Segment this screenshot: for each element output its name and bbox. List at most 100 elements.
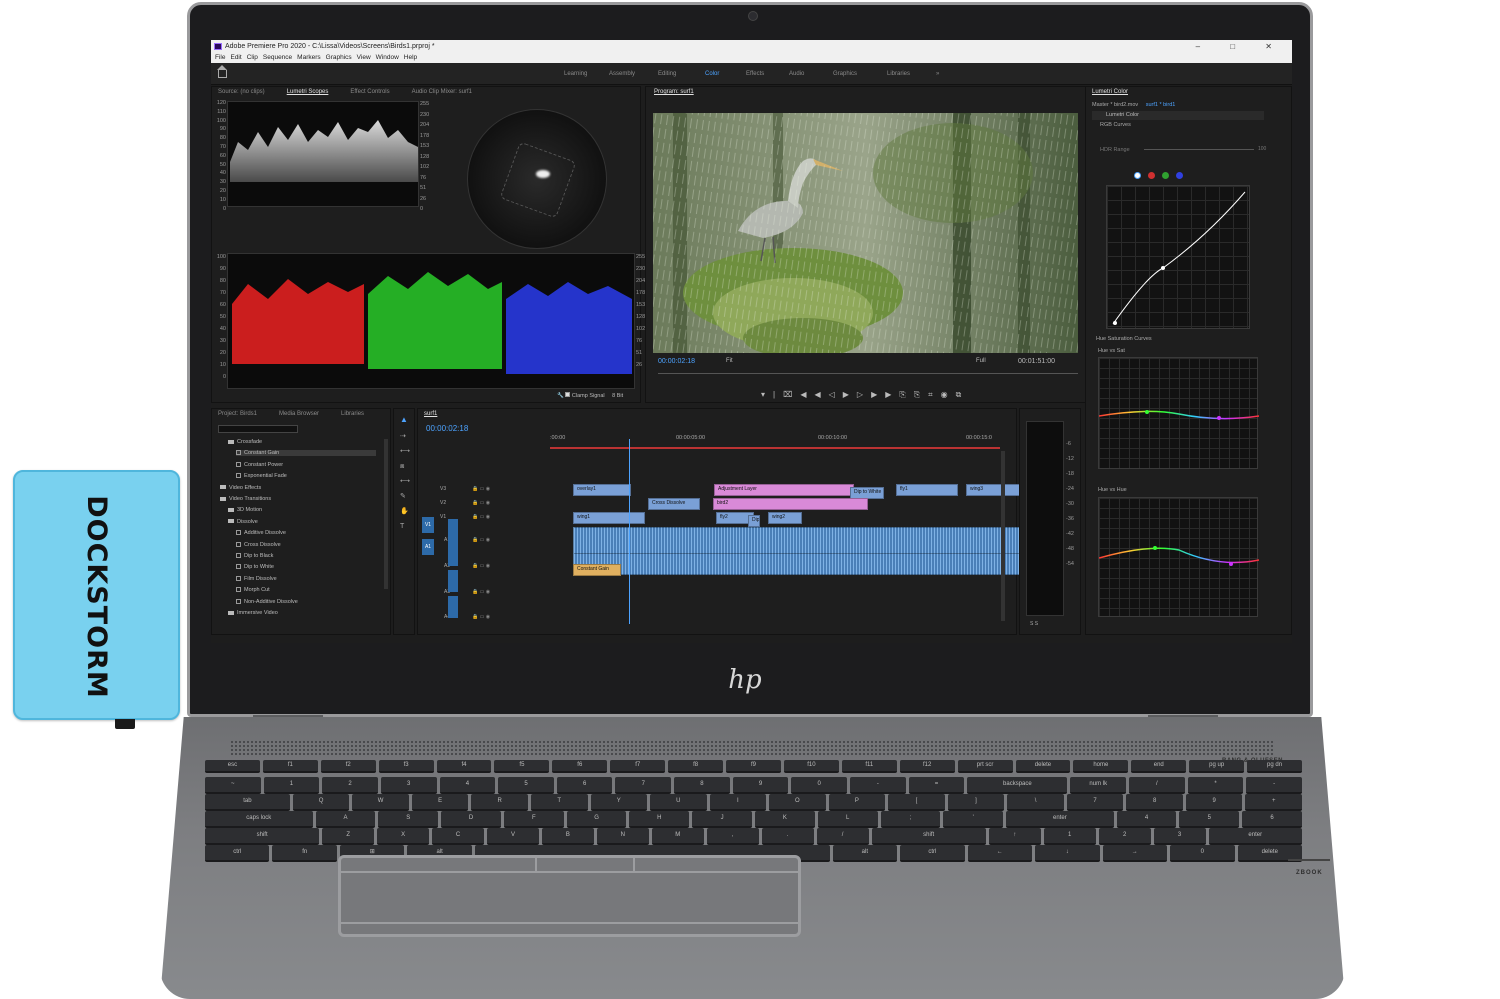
key[interactable]: shift — [871, 828, 986, 845]
lumetri-clip-selector[interactable]: Master * bird2.mov surf1 * bird1 — [1092, 102, 1175, 108]
key[interactable]: tab — [205, 794, 290, 811]
key[interactable]: 1 — [263, 777, 320, 794]
transport-controls[interactable]: ▾|⌧◀◀◁▶▷▶▶⎘⎘⌗◉⧉ — [761, 390, 969, 400]
key[interactable]: H — [629, 811, 690, 828]
key[interactable]: A — [315, 811, 376, 828]
key[interactable]: 6 — [1242, 811, 1302, 828]
rgb-curve-graph[interactable] — [1106, 185, 1250, 329]
timeline-playhead[interactable] — [629, 439, 630, 624]
clip-constant-gain[interactable]: Constant Gain — [573, 564, 621, 576]
key[interactable]: f7 — [610, 760, 666, 773]
key[interactable]: [ — [888, 794, 945, 811]
track-toggle-icons[interactable]: 🔒 ▭ ◉ — [472, 537, 490, 543]
key[interactable]: backspace — [967, 777, 1068, 794]
menu-item-graphics[interactable]: Graphics — [326, 54, 352, 61]
effects-tree-row[interactable]: Dissolve — [228, 519, 258, 525]
key[interactable]: 4 — [439, 777, 496, 794]
menu-item-window[interactable]: Window — [376, 54, 399, 61]
zoom-fit-select[interactable]: Fit — [726, 358, 733, 364]
key[interactable]: 9 — [1185, 794, 1243, 811]
key[interactable]: ↓ — [1035, 845, 1100, 862]
effects-tree-row[interactable]: 3D Motion — [228, 507, 262, 513]
key[interactable]: f2 — [320, 760, 376, 773]
timeline-scrollbar[interactable] — [1001, 451, 1005, 621]
menu-item-sequence[interactable]: Sequence — [263, 54, 292, 61]
workspace-tab-color[interactable]: Color — [705, 71, 719, 77]
workspace-tab-editing[interactable]: Editing — [658, 71, 676, 77]
key[interactable]: f5 — [494, 760, 550, 773]
key[interactable]: T — [530, 794, 588, 811]
key[interactable]: S — [378, 811, 439, 828]
key[interactable]: , — [706, 828, 759, 845]
workspace-tab-audio[interactable]: Audio — [789, 71, 804, 77]
key[interactable]: ↑ — [988, 828, 1041, 845]
key[interactable]: 5 — [498, 777, 554, 794]
effects-tree-row[interactable]: Morph Cut — [236, 587, 270, 593]
key[interactable]: X — [377, 828, 430, 845]
workspace-tab-learning[interactable]: Learning — [564, 71, 587, 77]
key[interactable]: 3 — [380, 777, 437, 794]
key[interactable]: pg up — [1189, 760, 1245, 773]
wrench-icon[interactable]: 🔧 — [557, 393, 564, 399]
effects-tree-row[interactable]: Crossfade — [228, 439, 262, 445]
key[interactable]: 7 — [615, 777, 672, 794]
key[interactable]: pg dn — [1247, 760, 1302, 773]
track-header-v1[interactable]: V1 — [440, 514, 446, 520]
key[interactable]: P — [828, 794, 886, 811]
selection-tool-icon[interactable]: ▲ — [400, 415, 408, 424]
playback-quality-select[interactable]: Full — [976, 358, 986, 364]
key[interactable]: caps lock — [205, 811, 313, 828]
key[interactable]: enter — [1006, 811, 1114, 828]
program-scrubber[interactable] — [658, 373, 1078, 377]
track-toggle-icons[interactable]: 🔒 ▭ ◉ — [472, 514, 490, 520]
menu-item-help[interactable]: Help — [404, 54, 417, 61]
key[interactable]: C — [432, 828, 485, 845]
key[interactable]: F — [503, 811, 564, 828]
key[interactable]: 8 — [1126, 794, 1183, 811]
effects-tree-row[interactable]: Non-Additive Dissolve — [236, 599, 298, 605]
key[interactable]: . — [761, 828, 814, 845]
key[interactable]: 4 — [1116, 811, 1177, 828]
key[interactable]: O — [769, 794, 826, 811]
workspace-tab-assembly[interactable]: Assembly — [609, 71, 635, 77]
bit-depth-select[interactable]: 8 Bit — [612, 393, 623, 399]
clip-adjustment[interactable]: Adjustment Layer — [714, 484, 854, 496]
key[interactable]: f3 — [378, 760, 434, 773]
timeline-timecode[interactable]: 00:00:02:18 — [426, 424, 468, 433]
touchpad[interactable] — [338, 855, 801, 937]
key[interactable]: N — [596, 828, 649, 845]
hue-vs-hue-graph[interactable] — [1098, 497, 1260, 617]
scopes-tab-1[interactable]: Lumetri Scopes — [287, 89, 329, 95]
key[interactable]: L — [817, 811, 878, 828]
lumetri-effect-row[interactable]: Lumetri Color — [1092, 111, 1264, 120]
track-toggle-icons[interactable]: 🔒 ▭ ◉ — [472, 589, 490, 595]
clip-wing2[interactable]: wing2 — [768, 512, 802, 524]
project-tab-2[interactable]: Libraries — [341, 411, 364, 417]
track-toggle-icons[interactable]: 🔒 ▭ ◉ — [472, 614, 490, 620]
track-target[interactable] — [448, 596, 458, 618]
clip-fly1[interactable]: fly1 — [896, 484, 958, 496]
key[interactable]: esc — [205, 760, 260, 773]
track-header-v3[interactable]: V3 — [440, 486, 446, 492]
scopes-tab-0[interactable]: Source: (no clips) — [218, 89, 265, 95]
source-patch-v1[interactable]: V1 — [422, 517, 434, 533]
key[interactable]: f11 — [841, 760, 897, 773]
key[interactable]: 8 — [674, 777, 730, 794]
key[interactable]: Z — [322, 828, 375, 845]
effects-tree-row[interactable]: Constant Gain — [236, 450, 376, 457]
key[interactable]: B — [541, 828, 594, 845]
key[interactable]: / — [816, 828, 869, 845]
effects-scrollbar[interactable] — [384, 439, 388, 589]
hue-saturation-curves-section[interactable]: Hue Saturation Curves — [1096, 336, 1152, 342]
home-icon[interactable] — [217, 65, 227, 78]
key[interactable]: end — [1131, 760, 1187, 773]
key[interactable]: Y — [590, 794, 648, 811]
key[interactable]: → — [1102, 845, 1168, 862]
key[interactable]: * — [1187, 777, 1244, 794]
key[interactable]: delete — [1015, 760, 1071, 773]
touchpad-middle-button[interactable] — [537, 858, 635, 873]
key[interactable]: 2 — [322, 777, 378, 794]
tool-icons[interactable]: ⇢ ⟷ ⧈ ⟷ ✎ ✋ T — [400, 429, 410, 534]
window-controls[interactable]: – □ ✕ — [1196, 40, 1286, 53]
menu-item-edit[interactable]: Edit — [230, 54, 241, 61]
